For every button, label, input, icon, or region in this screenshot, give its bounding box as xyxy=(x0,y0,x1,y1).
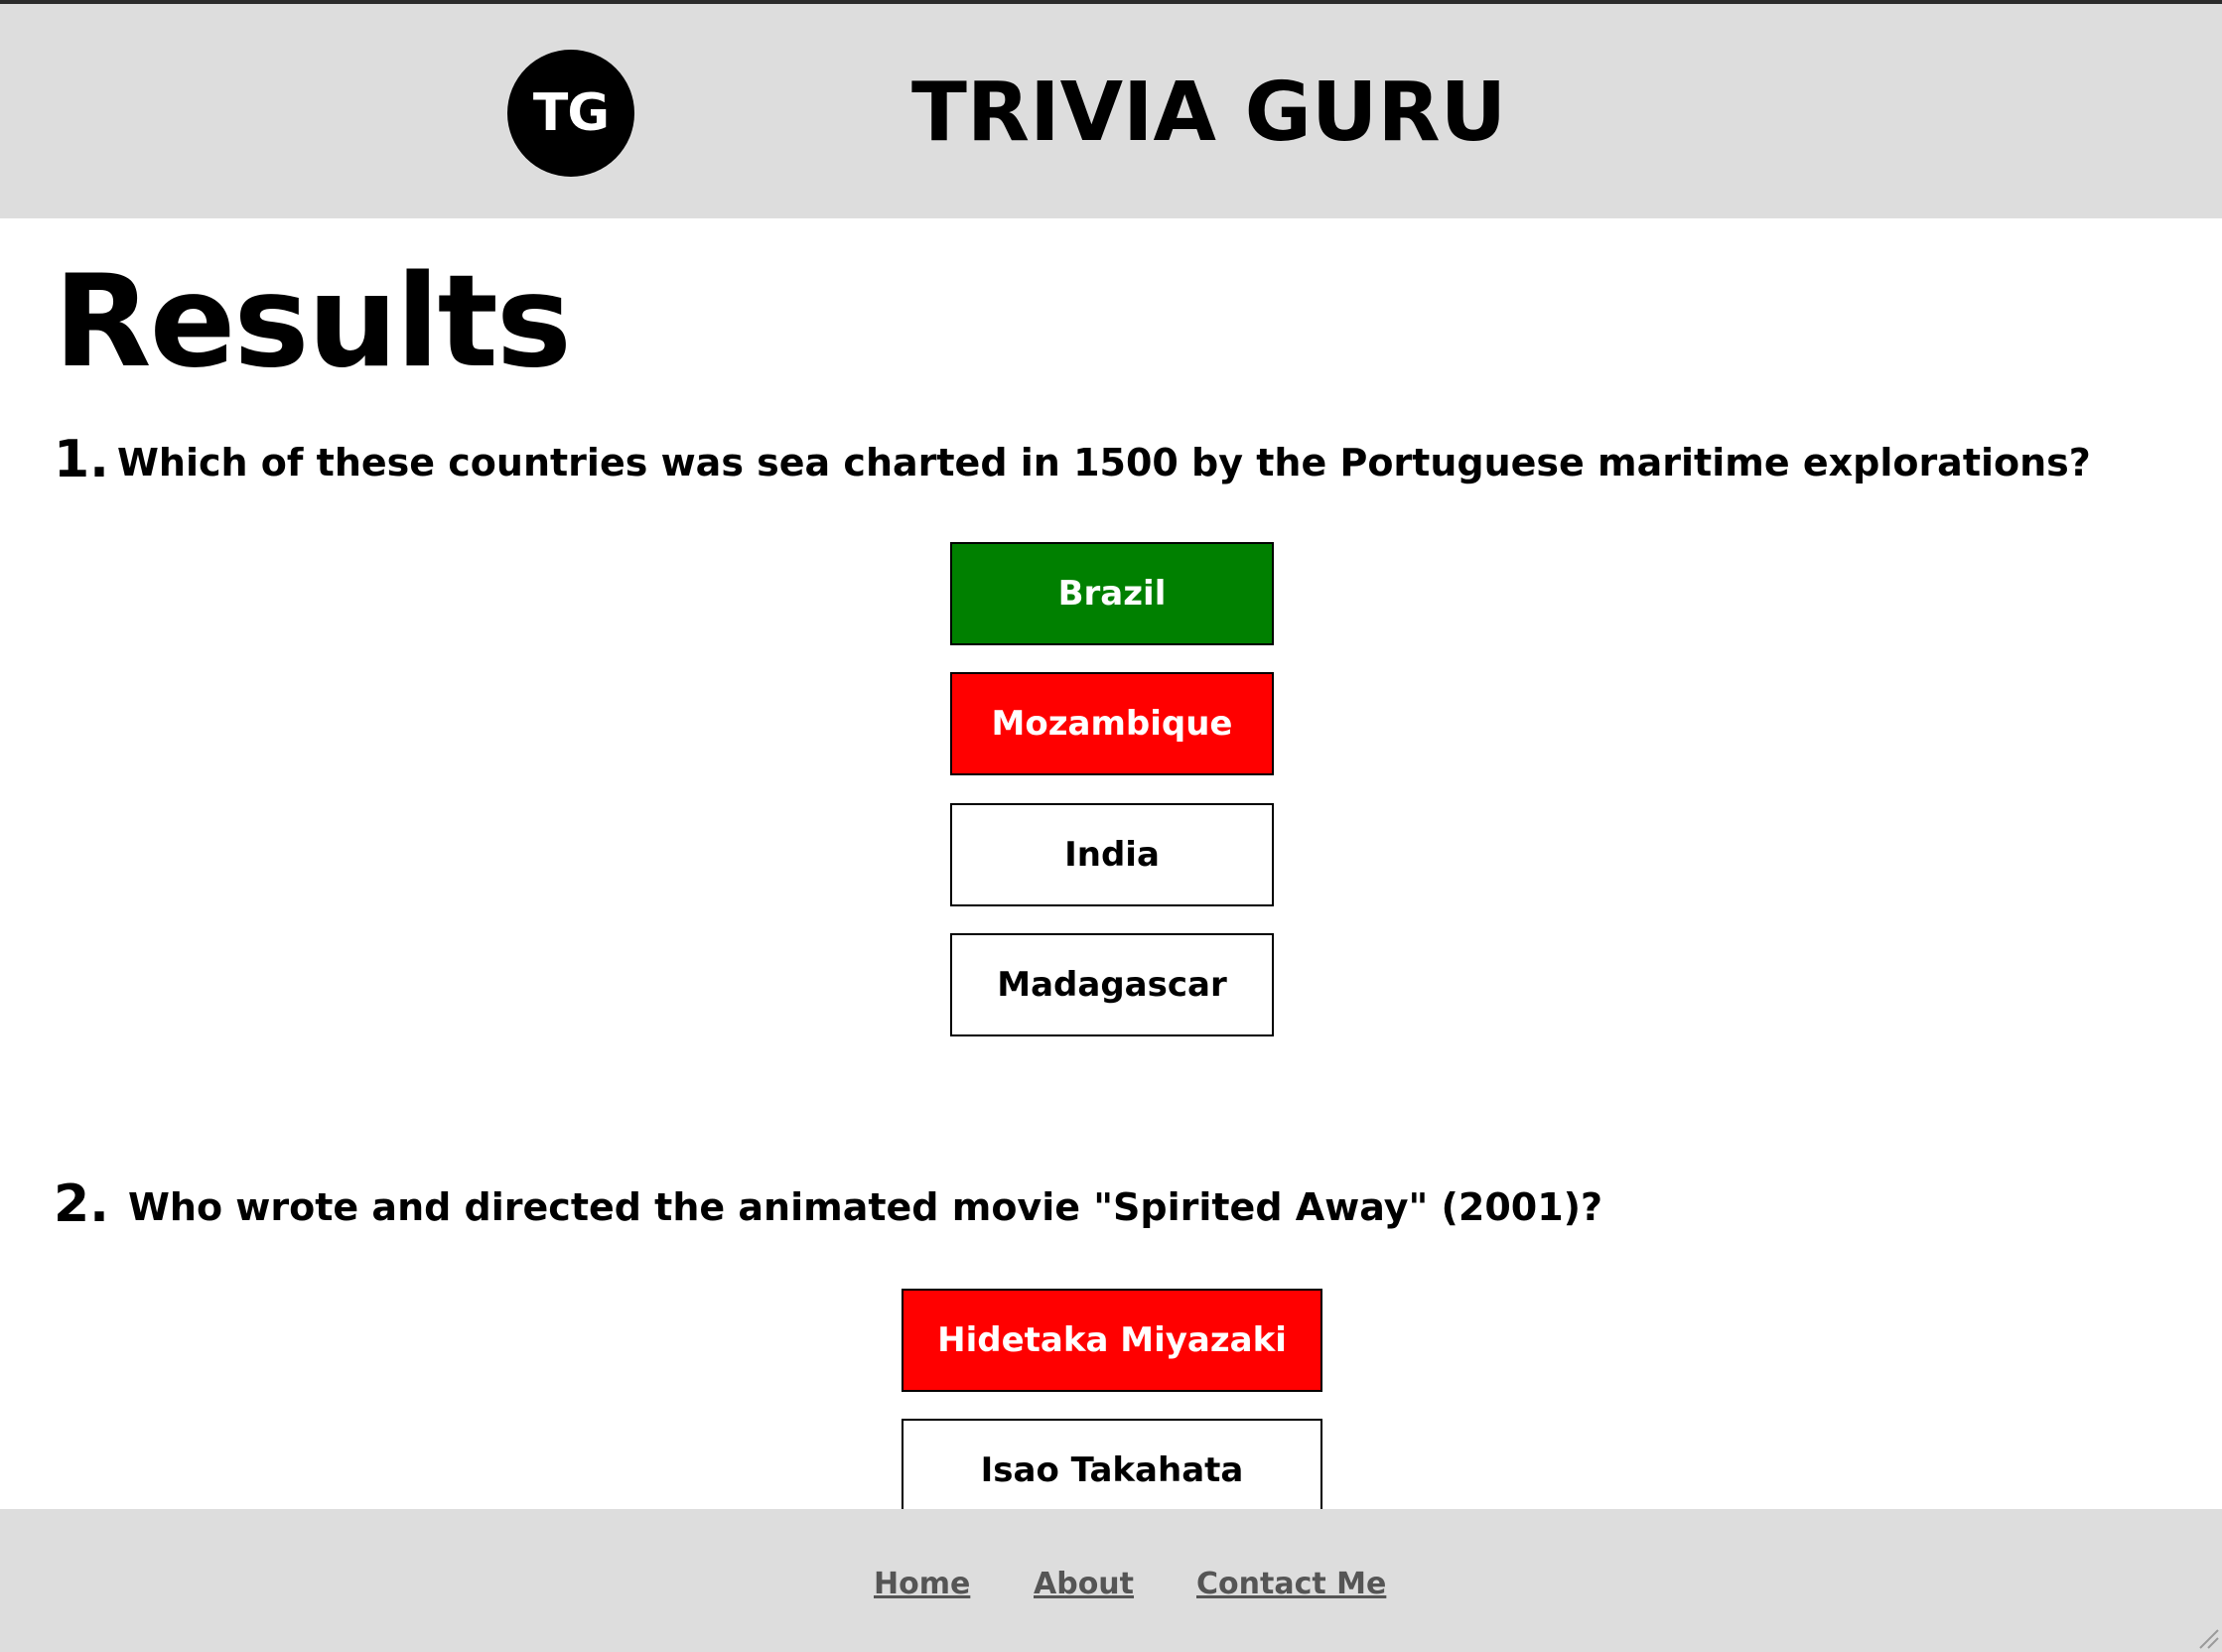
answer-label: Madagascar xyxy=(997,965,1227,1005)
answer-button-hidetaka-miyazaki[interactable]: Hidetaka Miyazaki xyxy=(902,1289,1322,1392)
question-number: 1. xyxy=(54,430,109,489)
answer-label: Mozambique xyxy=(991,704,1233,744)
answer-label: Isao Takahata xyxy=(980,1450,1244,1490)
site-title: TRIVIA GURU xyxy=(911,66,1507,160)
logo[interactable]: TG xyxy=(507,50,634,177)
answer-button-isao-takahata[interactable]: Isao Takahata xyxy=(902,1419,1322,1509)
site-footer: Home About Contact Me xyxy=(0,1509,2222,1652)
footer-link-home[interactable]: Home xyxy=(874,1565,970,1604)
page-title: Results xyxy=(54,248,572,396)
answer-label: India xyxy=(1064,835,1160,875)
question-2: 2. Who wrote and directed the animated m… xyxy=(54,1170,2168,1509)
results-content: Results 1. Which of these countries was … xyxy=(0,218,2222,1509)
site-header: TG TRIVIA GURU xyxy=(0,4,2222,218)
question-header: 1. Which of these countries was sea char… xyxy=(54,425,2168,494)
answer-button-brazil[interactable]: Brazil xyxy=(950,542,1274,645)
answer-label: Brazil xyxy=(1057,574,1167,614)
answer-button-mozambique[interactable]: Mozambique xyxy=(950,672,1274,775)
answer-label: Hidetaka Miyazaki xyxy=(937,1320,1287,1360)
question-number: 2. xyxy=(54,1174,109,1234)
logo-text: TG xyxy=(532,83,610,143)
question-1: 1. Which of these countries was sea char… xyxy=(54,425,2168,1036)
question-text: Who wrote and directed the animated movi… xyxy=(128,1185,1603,1229)
footer-link-contact[interactable]: Contact Me xyxy=(1196,1565,1386,1604)
answer-button-madagascar[interactable]: Madagascar xyxy=(950,933,1274,1036)
answer-button-india[interactable]: India xyxy=(950,803,1274,906)
footer-link-about[interactable]: About xyxy=(1034,1565,1134,1604)
question-text: Which of these countries was sea charted… xyxy=(117,441,2091,484)
resize-grip-icon[interactable] xyxy=(2194,1624,2220,1650)
question-header: 2. Who wrote and directed the animated m… xyxy=(54,1170,2168,1239)
